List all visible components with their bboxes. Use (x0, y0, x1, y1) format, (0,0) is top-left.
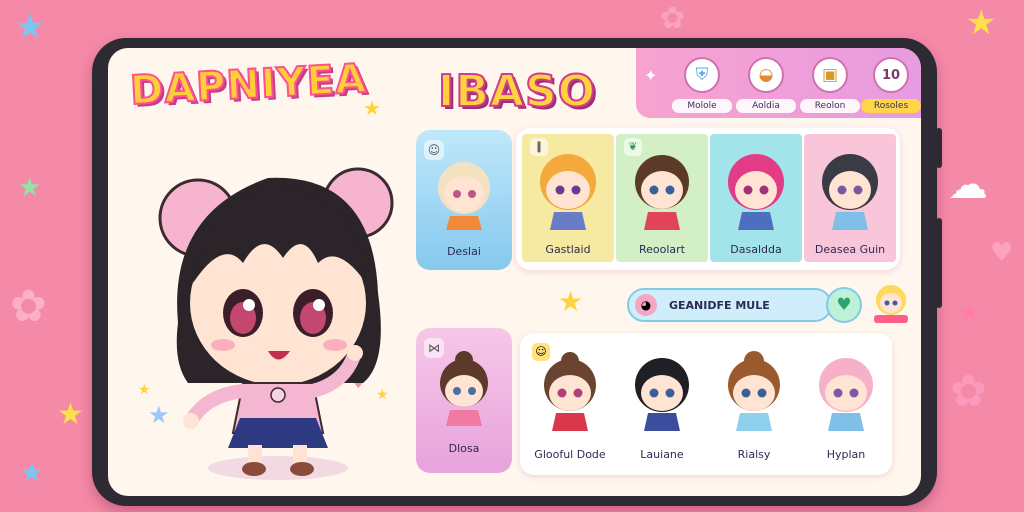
star-decoration-icon: ★ (15, 7, 46, 47)
star-decoration-icon: ★ (958, 298, 982, 328)
star-decoration-icon: ★ (558, 285, 584, 318)
search-input[interactable]: ◕ GEANIDFE MULE (627, 288, 832, 322)
tablet-frame: DAPNIYEA ★ ★ ★ ★ ♥ IBASO ✦ ⛨ Molole ◒ Ao… (92, 38, 942, 506)
nav-label: Aoldia (736, 99, 796, 113)
card-label: Rialsy (737, 448, 771, 461)
character-cell[interactable]: Rialsy (708, 339, 800, 467)
pig-icon: ◕ (635, 294, 657, 316)
character-grid-top: ∥ Gastlaid ❦ Reoolart Dasaldda Deasea Gu… (516, 128, 900, 270)
nav-item-rosoles[interactable]: 10 Rosoles (861, 57, 921, 113)
food-icon: ◒ (748, 57, 784, 93)
shield-icon: ⛨ (684, 57, 720, 93)
character-cell[interactable]: Hyplan (800, 339, 892, 467)
flower-decoration-icon: ✿ (10, 281, 47, 332)
card-label: Reoolart (638, 243, 685, 256)
star-decoration-icon: ★ (20, 458, 44, 488)
card-label: Hyplan (826, 448, 866, 461)
game-screen: DAPNIYEA ★ ★ ★ ★ ♥ IBASO ✦ ⛨ Molole ◒ Ao… (108, 48, 921, 496)
card-label: Lauiane (640, 448, 684, 461)
main-character-avatar[interactable] (148, 133, 398, 483)
character-cell[interactable]: Dasaldda (710, 134, 802, 262)
bag-icon: ▣ (812, 57, 848, 93)
character-cell[interactable]: Deasea Guin (804, 134, 896, 262)
star-decoration-icon: ★ (363, 96, 381, 120)
brand-title: IBASO (437, 65, 597, 118)
power-button (936, 218, 942, 308)
heart-decoration-icon: ♥ (990, 238, 1014, 268)
side-character-card[interactable]: ☺ Deslai (416, 130, 512, 270)
game-logo: DAPNIYEA (128, 55, 369, 115)
flower-decoration-icon: ✿ (660, 1, 686, 36)
nav-item-aoldia[interactable]: ◒ Aoldia (736, 57, 796, 113)
nav-label: Molole (672, 99, 732, 113)
character-grid-bottom: ☺ Glooful Dode Lauiane Rialsy Hyplan (520, 333, 892, 475)
card-label: Dlosa (448, 442, 480, 455)
nav-label: Reolon (800, 99, 860, 113)
confirm-button[interactable]: ♥ (826, 287, 862, 323)
search-text: GEANIDFE MULE (669, 299, 770, 312)
nav-label: Rosoles (861, 99, 921, 113)
card-label: Dasaldda (730, 243, 782, 256)
character-cell[interactable]: ☺ Glooful Dode (524, 339, 616, 467)
card-label: Deasea Guin (814, 243, 886, 256)
character-cell[interactable]: ∥ Gastlaid (522, 134, 614, 262)
card-label: Deslai (447, 245, 481, 258)
volume-button (936, 128, 942, 168)
flower-decoration-icon: ✿ (950, 366, 987, 417)
heart-icon: ♥ (836, 295, 852, 315)
card-label: Glooful Dode (534, 448, 606, 461)
character-cell[interactable]: Lauiane (616, 339, 708, 467)
mini-character-badge[interactable] (868, 280, 914, 326)
counter-icon: 10 (873, 57, 909, 93)
card-label: Gastlaid (545, 243, 591, 256)
sparkle-icon: ✦ (644, 66, 658, 85)
nav-item-molole[interactable]: ⛨ Molole (672, 57, 732, 113)
character-cell[interactable]: ❦ Reoolart (616, 134, 708, 262)
star-decoration-icon: ★ (18, 173, 42, 203)
nav-item-reolon[interactable]: ▣ Reolon (800, 57, 860, 113)
character-showcase: DAPNIYEA ★ ★ ★ ★ ♥ (108, 48, 408, 496)
cloud-decoration-icon: ☁ (948, 162, 988, 208)
star-decoration-icon: ★ (966, 3, 997, 43)
side-character-card[interactable]: ⋈ Dlosa (416, 328, 512, 473)
top-navigation: ✦ ⛨ Molole ◒ Aoldia ▣ Reolon 10 Rosoles (636, 48, 921, 118)
star-decoration-icon: ★ (57, 397, 84, 432)
